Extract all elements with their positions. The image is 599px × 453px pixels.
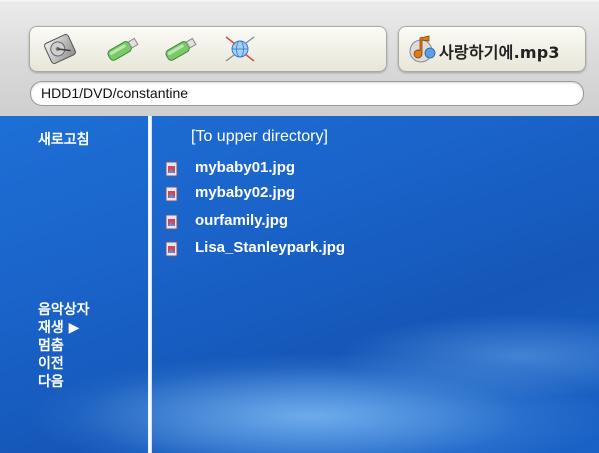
browser-main-area: 새로고침 음악상자 재생 ▶ 멈춤 이전 다음 [To upper direct…	[0, 116, 599, 453]
device-selector	[29, 26, 387, 72]
music-note-icon	[407, 33, 437, 65]
file-name: Lisa_Stanleypark.jpg	[195, 239, 346, 256]
file-list: [To upper directory] mybaby01.jpg mybaby…	[152, 116, 599, 453]
current-path: HDD1/DVD/constantine	[41, 85, 189, 101]
now-playing-title: 사랑하기에.mp3	[439, 43, 560, 62]
upper-directory-link[interactable]: [To upper directory]	[191, 128, 328, 146]
image-file-icon	[164, 241, 180, 257]
image-file-icon	[164, 186, 180, 202]
now-playing-panel[interactable]: 사랑하기에.mp3	[398, 26, 586, 72]
file-name: mybaby01.jpg	[195, 159, 296, 176]
music-box-button[interactable]: 음악상자	[38, 299, 90, 319]
image-file-icon	[164, 214, 180, 230]
toolbar-top-edge	[0, 0, 599, 4]
refresh-button[interactable]: 새로고침	[38, 129, 90, 149]
path-bar: HDD1/DVD/constantine	[30, 81, 584, 106]
control-sidebar: 새로고침 음악상자 재생 ▶ 멈춤 이전 다음	[0, 116, 148, 453]
file-name: ourfamily.jpg	[195, 212, 289, 229]
network-icon[interactable]	[222, 33, 258, 65]
hdd-icon[interactable]	[42, 33, 78, 65]
previous-button[interactable]: 이전	[38, 353, 64, 373]
next-button[interactable]: 다음	[38, 371, 64, 391]
stop-button[interactable]: 멈춤	[38, 335, 64, 355]
image-file-icon	[164, 161, 180, 177]
top-toolbar: 사랑하기에.mp3 HDD1/DVD/constantine	[0, 0, 599, 116]
file-name: mybaby02.jpg	[195, 184, 296, 201]
usb-drive-icon[interactable]	[162, 33, 198, 65]
usb-drive-icon[interactable]	[104, 33, 140, 65]
play-button[interactable]: 재생 ▶	[38, 317, 79, 337]
